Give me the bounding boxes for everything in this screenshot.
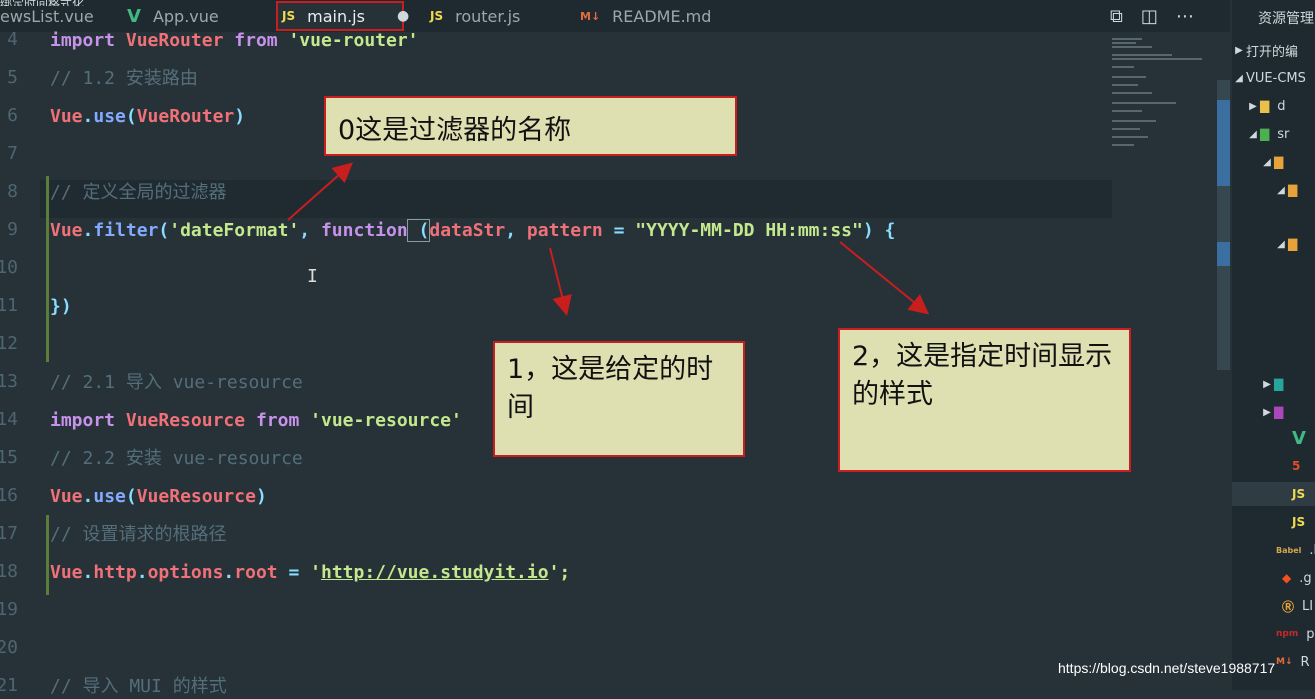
license-file-icon: Ⓡ [1282,599,1295,614]
tab-label: README.md [612,6,712,26]
text-cursor-icon: I [307,266,318,287]
tab-readme-md[interactable]: M↓ README.md [570,0,740,32]
sidebar-item-folder[interactable]: ▶ ▇ [1232,372,1315,396]
chevron-down-icon: ◢ [1249,128,1257,140]
js-icon: JS [282,9,296,23]
sidebar-item-project[interactable]: ◢ VUE-CMS [1232,66,1315,90]
scrollbar-marker [1217,100,1230,186]
split-editor-icon[interactable]: ◫ [1141,6,1158,27]
unsaved-dot-icon[interactable]: ● [397,8,409,24]
folder-icon: ▇ [1274,405,1284,419]
code-comment: // 1.2 安装路由 [50,68,198,89]
code-line: Vue.filter('dateFormat', function (dataS… [50,219,896,242]
js-file-icon: JS [1292,487,1306,501]
code-comment: // 2.1 导入 vue-resource [50,372,303,393]
annotation-note-0: 0这是过滤器的名称 [324,96,737,156]
explorer-sidebar: 资源管理 ▶ 打开的编 ◢ VUE-CMS ▶ ▇ d ◢ ▇ sr ◢ ▇ ◢ ▇ ◢ ▇ ▶ ▇… [1232,0,1315,690]
folder-icon: ▇ [1260,127,1270,141]
tab-app-vue[interactable]: V App.vue [115,0,277,32]
folder-icon: ▇ [1274,155,1284,169]
folder-icon: ▇ [1274,377,1284,391]
sidebar-item-file-main-js[interactable]: JS [1232,482,1315,506]
js-file-icon: JS [1292,515,1306,529]
scrollbar-marker [1217,242,1230,266]
chevron-down-icon: ◢ [1235,72,1243,84]
chevron-down-icon: ◢ [1263,156,1271,168]
sidebar-item-folder-src[interactable]: ◢ ▇ sr [1232,122,1315,146]
watermark-text: https://blog.csdn.net/steve1988717 [1058,660,1276,676]
sidebar-item-file[interactable]: V [1232,426,1315,450]
code-line: Vue.use(VueResource) [50,486,267,507]
folder-icon: ▇ [1288,237,1298,251]
code-comment: // 2.2 安装 vue-resource [50,448,303,469]
code-line: Vue.use(VueRouter) [50,106,246,127]
npm-file-icon: npm [1276,629,1299,639]
code-comment: // 设置请求的根路径 [50,524,227,545]
chevron-right-icon: ▶ [1263,378,1271,390]
tab-router-js[interactable]: JS router.js [420,0,580,32]
tab-label: main.js [307,6,365,26]
open-changes-icon[interactable]: ⧉ [1110,6,1123,27]
tab-label: App.vue [152,6,219,26]
sidebar-item-folder[interactable]: ▶ ▇ d [1232,94,1315,118]
sidebar-item-file[interactable]: npmpa [1232,622,1315,646]
sidebar-item-folder[interactable]: ▶ ▇ [1232,400,1315,424]
sidebar-item-folder[interactable]: ◢ ▇ [1232,178,1315,202]
partial-title-text: 绑定时间格式化 [0,0,84,6]
folder-icon: ▇ [1288,183,1298,197]
js-icon: JS [430,9,444,23]
chevron-down-icon: ◢ [1277,184,1285,196]
annotation-note-1: 1，这是给定的时间 [493,341,745,457]
sidebar-item-file[interactable]: 5 [1232,454,1315,478]
editor-tab-bar: ewsList.vue V App.vue JS main.js ● JS ro… [0,0,1230,32]
markdown-icon: M↓ [580,9,601,23]
minimap[interactable] [1110,36,1210,156]
html-file-icon: 5 [1292,459,1301,473]
folder-icon: ▇ [1260,99,1270,113]
sidebar-item-file[interactable]: Babel.b [1232,538,1315,562]
code-comment: // 导入 MUI 的样式 [50,676,227,697]
sidebar-item-folder[interactable]: ◢ ▇ [1232,232,1315,256]
editor-actions: ⧉ ◫ ⋯ [1110,0,1194,32]
vue-file-icon: V [1292,427,1306,449]
tab-main-js[interactable]: JS main.js ● [276,1,409,31]
code-line: Vue.http.options.root = 'http://vue.stud… [50,562,571,583]
code-line: import VueRouter from 'vue-router' [50,30,419,51]
chevron-right-icon: ▶ [1249,100,1257,112]
sidebar-item-file[interactable]: ◆ .g [1232,566,1315,590]
code-line: import VueResource from 'vue-resource' [50,410,462,431]
chevron-right-icon: ▶ [1263,406,1271,418]
sidebar-item-file[interactable]: JS [1232,510,1315,534]
git-file-icon: ◆ [1282,571,1292,585]
tab-label: router.js [455,6,521,26]
code-comment: // 定义全局的过滤器 [50,182,227,203]
sidebar-item-file[interactable]: Ⓡ LI [1232,594,1315,618]
sidebar-item-open-editors[interactable]: ▶ 打开的编 [1232,38,1315,62]
chevron-down-icon: ◢ [1277,238,1285,250]
code-line: }) [50,296,72,317]
babel-file-icon: Babel [1276,545,1302,555]
more-actions-icon[interactable]: ⋯ [1176,6,1194,27]
vue-icon: V [127,5,141,27]
explorer-title: 资源管理 [1258,11,1314,27]
markdown-file-icon: M↓ [1276,657,1293,667]
annotation-note-2: 2，这是指定时间显示的样式 [838,328,1131,472]
sidebar-item-folder[interactable]: ◢ ▇ [1232,150,1315,174]
tab-label: ewsList.vue [0,6,94,26]
chevron-right-icon: ▶ [1235,44,1243,56]
